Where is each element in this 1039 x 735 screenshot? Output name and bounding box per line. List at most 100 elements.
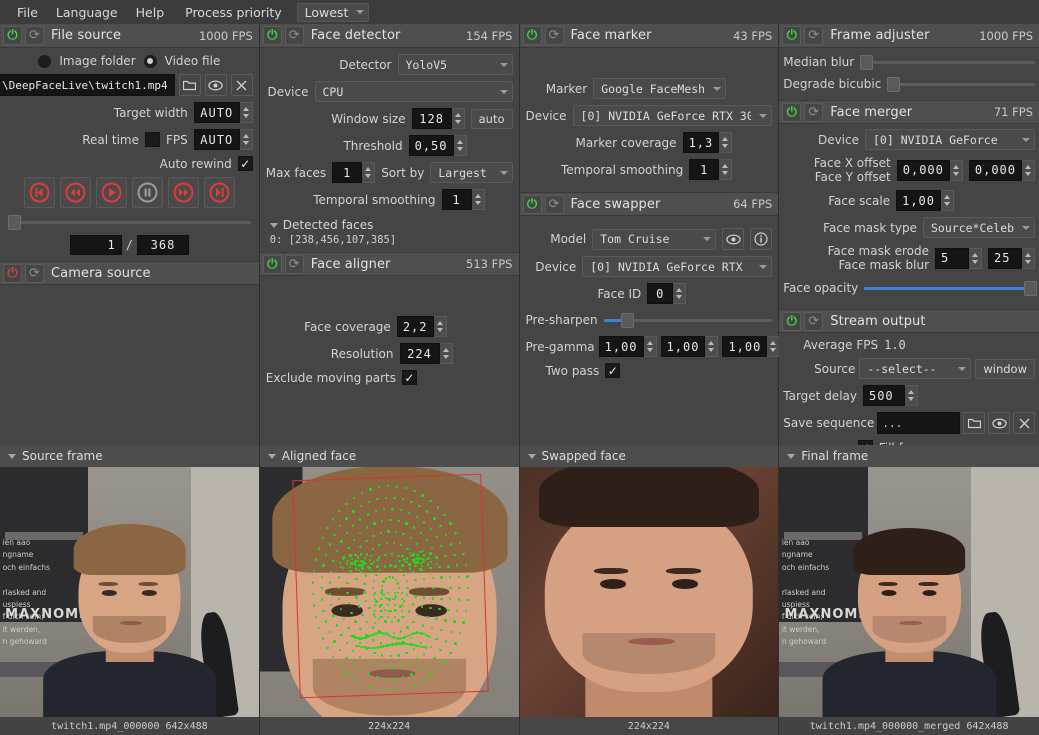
marker-coverage-arrows[interactable] [719,132,732,153]
face-mask-blur-stepper[interactable]: 25 [988,248,1035,269]
face-y-offset-value[interactable]: 0,000 [969,160,1022,181]
detector-temporal-smoothing-stepper[interactable]: 1 [442,189,485,210]
swapped-face-image[interactable] [520,467,779,717]
pre-sharpen-slider[interactable] [604,310,773,330]
auto-rewind-checkbox[interactable]: ✓ [238,156,253,171]
marker-temporal-smoothing-value[interactable]: 1 [689,159,719,180]
final-frame-header[interactable]: Final frame [779,445,1039,467]
fast-forward-button[interactable] [168,177,199,208]
final-frame-image[interactable]: ien aao ngname och einfachs rlasked and … [779,467,1039,717]
radio-image-folder[interactable] [38,55,51,68]
target-width-value[interactable]: AUTO [194,102,240,123]
detector-temporal-smoothing-value[interactable]: 1 [442,189,472,210]
detector-device-select[interactable]: CPU [315,81,513,102]
frame-adjuster-reset-button[interactable]: ⟳ [804,26,823,45]
window-size-stepper[interactable]: 128 [412,108,465,129]
pause-button[interactable] [132,177,163,208]
file-source-reset-button[interactable]: ⟳ [25,26,44,45]
face-opacity-slider[interactable] [864,278,1035,298]
max-faces-stepper[interactable]: 1 [332,162,375,183]
face-mask-erode-arrows[interactable] [969,248,982,269]
rewind-button[interactable] [60,177,91,208]
face-x-offset-value[interactable]: 0,000 [897,160,950,181]
target-delay-value[interactable]: 500 [863,385,905,406]
camera-source-reset-button[interactable]: ⟳ [25,264,44,283]
window-size-auto-button[interactable]: auto [471,109,513,129]
face-x-offset-stepper[interactable]: 0,000 [897,160,963,181]
face-merger-power-button[interactable]: ⏻ [782,103,801,122]
marker-select[interactable]: Google FaceMesh [593,78,726,99]
target-width-stepper[interactable]: AUTO [194,102,253,123]
window-size-arrows[interactable] [452,108,465,129]
face-swapper-reset-button[interactable]: ⟳ [545,195,564,214]
save-sequence-preview-button[interactable] [988,412,1010,434]
face-swapper-power-button[interactable]: ⏻ [523,195,542,214]
face-aligner-reset-button[interactable]: ⟳ [285,255,304,274]
seek-end-button[interactable] [204,177,235,208]
face-mask-blur-value[interactable]: 25 [988,248,1022,269]
face-detector-power-button[interactable]: ⏻ [263,26,282,45]
pre-sharpen-knob[interactable] [621,313,634,328]
aligned-face-header[interactable]: Aligned face [260,445,519,467]
real-time-checkbox[interactable] [145,132,160,147]
median-blur-knob[interactable] [860,55,873,70]
pre-gamma-r-stepper[interactable]: 1,00 [599,336,657,357]
pre-gamma-r-value[interactable]: 1,00 [599,336,644,357]
target-width-arrows[interactable] [240,102,253,123]
max-faces-arrows[interactable] [362,162,375,183]
marker-temporal-smoothing-stepper[interactable]: 1 [689,159,732,180]
fps-arrows[interactable] [240,129,253,150]
face-y-offset-stepper[interactable]: 0,000 [969,160,1035,181]
save-sequence-input[interactable]: ... [877,412,960,434]
sort-by-select[interactable]: Largest [430,162,512,183]
face-mask-erode-value[interactable]: 5 [935,248,969,269]
model-info-button[interactable] [750,228,772,250]
marker-coverage-stepper[interactable]: 1,3 [683,132,733,153]
threshold-arrows[interactable] [454,135,467,156]
resolution-arrows[interactable] [440,343,453,364]
pre-gamma-g-stepper[interactable]: 1,00 [661,336,719,357]
stream-source-select[interactable]: --select-- [859,358,971,379]
face-coverage-value[interactable]: 2,2 [397,316,434,337]
face-marker-power-button[interactable]: ⏻ [523,26,542,45]
face-coverage-arrows[interactable] [434,316,447,337]
degrade-bicubic-slider[interactable] [887,74,1035,94]
max-faces-value[interactable]: 1 [332,162,362,183]
radio-video-file[interactable] [144,55,157,68]
resolution-stepper[interactable]: 224 [400,343,453,364]
target-delay-arrows[interactable] [905,385,918,406]
fps-value[interactable]: AUTO [194,129,240,150]
face-mask-blur-arrows[interactable] [1022,248,1035,269]
detector-temporal-smoothing-arrows[interactable] [472,189,485,210]
face-mask-erode-stepper[interactable]: 5 [935,248,982,269]
pre-gamma-b-stepper[interactable]: 1,00 [722,336,780,357]
camera-source-power-button[interactable]: ⏻ [3,264,22,283]
aligned-face-image[interactable] [260,467,519,717]
face-id-value[interactable]: 0 [647,283,673,304]
face-id-arrows[interactable] [673,283,686,304]
face-scale-stepper[interactable]: 1,00 [896,190,954,211]
merger-device-select[interactable]: [0] NVIDIA GeForce [865,129,1035,150]
pre-gamma-b-value[interactable]: 1,00 [722,336,767,357]
menu-language[interactable]: Language [47,3,127,22]
menu-file[interactable]: File [8,3,47,22]
frame-seek-slider[interactable] [8,214,251,230]
two-pass-checkbox[interactable]: ✓ [605,363,620,378]
frame-adjuster-power-button[interactable]: ⏻ [782,26,801,45]
face-merger-reset-button[interactable]: ⟳ [804,103,823,122]
marker-device-select[interactable]: [0] NVIDIA GeForce RTX 309 [573,105,773,126]
model-select[interactable]: Tom Cruise [592,229,716,250]
pre-gamma-r-arrows[interactable] [644,336,657,357]
window-size-value[interactable]: 128 [412,108,452,129]
seek-begin-button[interactable] [24,177,55,208]
open-folder-button[interactable] [179,74,201,96]
source-frame-image[interactable]: ien aao ngname och einfachs rlasked and … [0,467,259,717]
face-marker-reset-button[interactable]: ⟳ [545,26,564,45]
threshold-stepper[interactable]: 0,50 [409,135,467,156]
face-x-offset-arrows[interactable] [950,160,963,181]
frame-current-input[interactable]: 1 [70,235,122,255]
median-blur-slider[interactable] [860,52,1035,72]
face-y-offset-arrows[interactable] [1022,160,1035,181]
play-button[interactable] [96,177,127,208]
face-scale-arrows[interactable] [941,190,954,211]
